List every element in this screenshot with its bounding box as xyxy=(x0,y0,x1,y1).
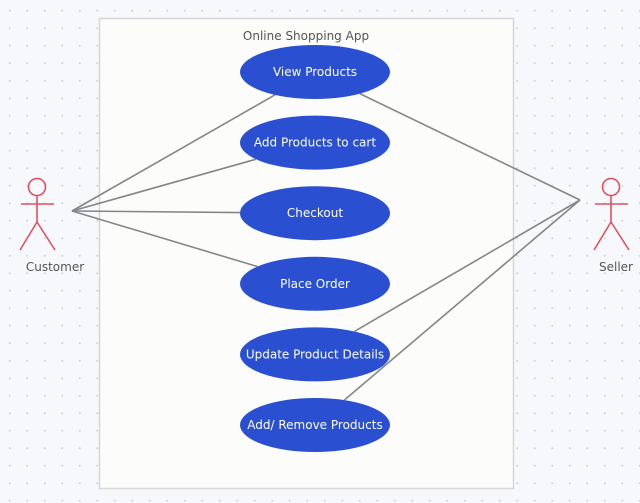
use-case-view[interactable]: View Products xyxy=(240,45,390,99)
use-case-label: Add Products to cart xyxy=(254,136,376,150)
actor-label-seller: Seller xyxy=(599,260,633,274)
actor-label-customer: Customer xyxy=(26,260,84,274)
use-case-order[interactable]: Place Order xyxy=(240,256,390,311)
use-case-diagram: Online Shopping App View Products Add Pro… xyxy=(19,17,633,490)
system-title: Online Shopping App xyxy=(243,29,369,43)
stick-figure-icon xyxy=(19,177,56,251)
use-case-checkout[interactable]: Checkout xyxy=(240,186,390,241)
use-case-label: Add/ Remove Products xyxy=(247,418,382,432)
use-case-label: View Products xyxy=(273,65,357,79)
use-case-label: Update Product Details xyxy=(246,347,384,361)
use-case-update[interactable]: Update Product Details xyxy=(240,327,390,382)
stick-figure-icon xyxy=(593,177,630,251)
actor-seller[interactable]: Seller xyxy=(593,177,633,275)
use-case-label: Place Order xyxy=(280,277,350,291)
use-case-cart[interactable]: Add Products to cart xyxy=(240,115,390,170)
use-case-label: Checkout xyxy=(287,206,343,220)
use-case-addremove[interactable]: Add/ Remove Products xyxy=(240,398,390,452)
actor-customer[interactable]: Customer xyxy=(19,177,84,275)
